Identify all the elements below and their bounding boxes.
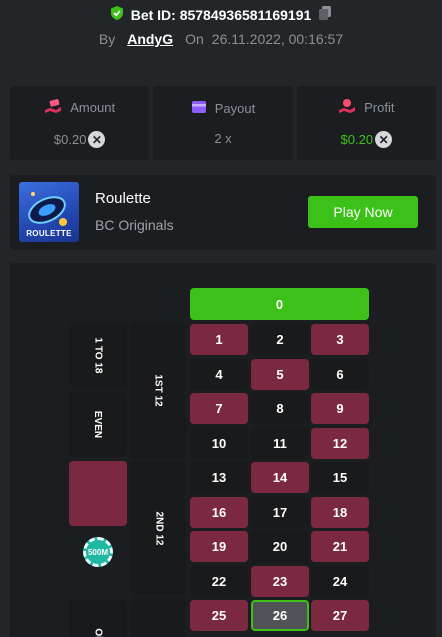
profit-label: Profit xyxy=(364,100,395,115)
on-label: On xyxy=(185,31,204,47)
number-cell-9[interactable]: 9 xyxy=(311,393,369,424)
number-cell-16[interactable]: 16 xyxy=(190,496,248,528)
bet-header: Bet ID: 85784936581169191 By AndyG On 26… xyxy=(0,0,442,60)
number-cell-17[interactable]: 17 xyxy=(251,496,309,528)
bet-1-to-18[interactable]: 1 TO 18 xyxy=(69,323,127,388)
number-cell-20[interactable]: 20 xyxy=(251,531,309,562)
by-label: By xyxy=(98,31,116,47)
game-provider: BC Originals xyxy=(95,217,174,233)
number-cell-27[interactable]: 27 xyxy=(311,600,369,631)
thumb-label: ROULETTE xyxy=(26,229,72,238)
copy-icon[interactable] xyxy=(317,5,333,24)
verified-shield-icon xyxy=(109,5,125,24)
bet-1-to-18-label: 1 TO 18 xyxy=(92,337,104,374)
coin-icon: ✕ xyxy=(88,131,106,148)
bet-odd-label: ODD xyxy=(92,628,103,637)
number-cell-23[interactable]: 23 xyxy=(251,565,309,597)
amount-stat: Amount $0.20 ✕ xyxy=(10,86,150,160)
payout-stat: Payout 2 x xyxy=(153,86,293,160)
user-link[interactable]: AndyG xyxy=(127,31,173,47)
number-cell-13[interactable]: 13 xyxy=(190,462,248,493)
number-cell-4[interactable]: 4 xyxy=(190,358,248,390)
profit-hand-icon xyxy=(338,98,356,117)
game-card: ROULETTE Roulette BC Originals Play Now xyxy=(10,175,436,250)
payout-label: Payout xyxy=(214,101,256,116)
bet-odd[interactable]: ODD xyxy=(69,599,127,637)
number-cell-19[interactable]: 19 xyxy=(190,531,248,562)
dozen-1st-12[interactable]: 1ST 12 xyxy=(131,323,186,458)
number-cell-6[interactable]: 6 xyxy=(311,358,369,390)
bet-red[interactable] xyxy=(69,461,127,526)
money-hand-icon xyxy=(44,98,62,117)
number-cell-10[interactable]: 10 xyxy=(190,427,248,459)
dozen-1-label: 1ST 12 xyxy=(153,374,164,407)
number-cell-0[interactable]: 0 xyxy=(190,288,369,320)
number-cell-22[interactable]: 22 xyxy=(190,565,248,597)
payout-value: 2 x xyxy=(214,131,232,146)
play-now-button[interactable]: Play Now xyxy=(308,196,418,228)
bet-id: Bet ID: 85784936581169191 xyxy=(130,6,312,23)
number-cell-8[interactable]: 8 xyxy=(251,393,309,424)
bet-even[interactable]: EVEN xyxy=(69,392,127,457)
dozen-2nd-12[interactable]: 2ND 12 xyxy=(131,461,186,595)
dozen-3rd-12[interactable] xyxy=(131,599,186,637)
bet-id-row: Bet ID: 85784936581169191 xyxy=(0,5,442,24)
amount-label: Amount xyxy=(70,100,116,115)
number-cell-25[interactable]: 25 xyxy=(190,600,248,631)
game-thumbnail[interactable]: ROULETTE xyxy=(19,182,79,242)
amount-value: $0.20 xyxy=(53,132,87,147)
bet-stats: Amount $0.20 ✕ Payout 2 x Profit $0.20 ✕ xyxy=(10,86,436,160)
number-cell-11[interactable]: 11 xyxy=(251,427,309,459)
author-row: By AndyG On 26.11.2022, 00:16:57 xyxy=(0,31,442,47)
number-cell-2[interactable]: 2 xyxy=(251,324,309,355)
number-cell-15[interactable]: 15 xyxy=(311,462,369,493)
number-cell-26[interactable]: 26 xyxy=(251,600,309,631)
number-cell-12[interactable]: 12 xyxy=(311,427,369,459)
game-title[interactable]: Roulette xyxy=(95,190,151,207)
number-cell-18[interactable]: 18 xyxy=(311,496,369,528)
bet-even-label: EVEN xyxy=(92,410,104,439)
wallet-icon xyxy=(191,100,207,117)
number-cell-3[interactable]: 3 xyxy=(311,324,369,355)
number-cell-21[interactable]: 21 xyxy=(311,531,369,562)
chip-icon: 500M xyxy=(83,537,113,567)
bet-date: 26.11.2022, 00:16:57 xyxy=(211,31,344,47)
number-cell-14[interactable]: 14 xyxy=(251,462,309,493)
number-cell-7[interactable]: 7 xyxy=(190,393,248,424)
dozen-2-label: 2ND 12 xyxy=(153,511,164,545)
profit-value: $0.20 xyxy=(340,132,374,147)
coin-icon: ✕ xyxy=(375,131,393,148)
number-cell-24[interactable]: 24 xyxy=(311,565,369,597)
number-cell-5[interactable]: 5 xyxy=(251,358,309,390)
number-cell-1[interactable]: 1 xyxy=(190,324,248,355)
profit-stat: Profit $0.20 ✕ xyxy=(296,86,436,160)
